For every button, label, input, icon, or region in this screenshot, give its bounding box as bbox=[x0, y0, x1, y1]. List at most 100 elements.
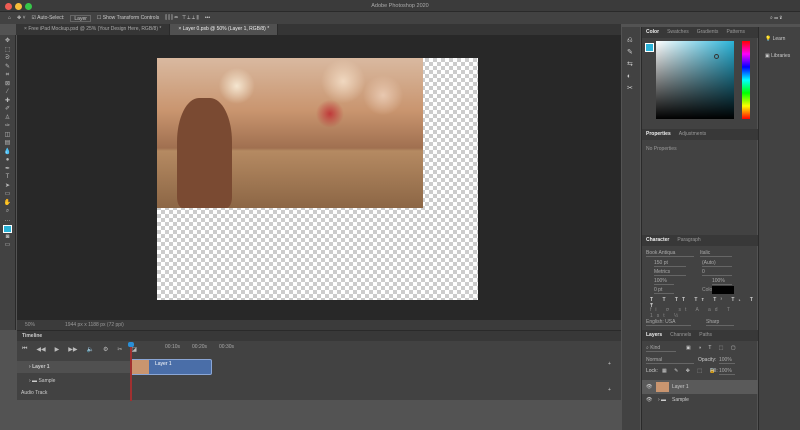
play-icon[interactable]: ▶ bbox=[55, 346, 60, 353]
foreground-color-swatch[interactable] bbox=[3, 225, 12, 233]
healing-tool-icon[interactable]: ✚ bbox=[3, 98, 12, 106]
visibility-eye-icon[interactable]: 👁 bbox=[646, 380, 652, 394]
vertical-scale-field[interactable]: 100% bbox=[654, 278, 674, 285]
libraries-button[interactable]: ▣ Libraries bbox=[765, 53, 790, 59]
add-media-icon[interactable]: + bbox=[608, 361, 611, 367]
show-transform-checkbox[interactable]: ☐ Show Transform Controls bbox=[97, 15, 159, 21]
time-ruler[interactable]: 00:10s 00:20s 00:30s bbox=[165, 344, 234, 350]
more-button[interactable]: ••• bbox=[205, 15, 210, 21]
align-icons[interactable]: ⫿ ⫿ ⫿ ▭ ⊤ ⊥ ⊥ ⫼ bbox=[165, 15, 199, 21]
audio-icon[interactable]: 🔈 bbox=[87, 346, 94, 353]
gradient-tool-icon[interactable]: ▤ bbox=[3, 140, 12, 148]
playhead[interactable] bbox=[128, 342, 134, 401]
tab-layer0[interactable]: × Layer 0.psb @ 50% (Layer 1, RGB/8) * bbox=[170, 24, 279, 35]
path-select-icon[interactable]: ➤ bbox=[3, 183, 12, 191]
tab-channels[interactable]: Channels bbox=[670, 330, 691, 341]
color-picker-field[interactable] bbox=[656, 41, 734, 119]
track-audio[interactable]: Audio Track bbox=[17, 387, 130, 399]
tab-ipad-mockup[interactable]: × Free iPad Mockup.psd @ 25% (Your Desig… bbox=[16, 24, 171, 35]
layer-row-sample[interactable]: 👁 › ▬ Sample bbox=[642, 394, 758, 406]
tools-presets-icon[interactable]: ✂ bbox=[627, 83, 633, 95]
type-tool-icon[interactable]: T bbox=[3, 174, 12, 182]
lasso-tool-icon[interactable]: ᘐ bbox=[3, 55, 12, 63]
canvas-area[interactable] bbox=[17, 35, 621, 320]
zoom-level[interactable]: 50% bbox=[25, 320, 35, 330]
screen-mode-icon[interactable]: ▭ bbox=[3, 242, 12, 250]
fill-field[interactable]: 100% bbox=[719, 368, 735, 375]
quick-select-tool-icon[interactable]: ✎ bbox=[3, 64, 12, 72]
antialias-select[interactable]: Sharp bbox=[706, 319, 734, 326]
leading-field[interactable]: (Auto) bbox=[702, 260, 732, 267]
transition-icon[interactable]: ◪ bbox=[131, 346, 137, 353]
filter-icons[interactable]: ▣ ◑ T ⬚ ▢ bbox=[686, 345, 739, 351]
settings-icon[interactable]: ⚙ bbox=[103, 346, 108, 353]
tab-gradients[interactable]: Gradients bbox=[697, 27, 719, 38]
color-picker-cursor[interactable] bbox=[714, 54, 719, 59]
zoom-tool-icon[interactable]: ⌕ bbox=[3, 208, 12, 216]
pen-tool-icon[interactable]: ✒ bbox=[3, 166, 12, 174]
font-style-select[interactable]: Italic bbox=[700, 250, 732, 257]
next-frame-icon[interactable]: ▶▶ bbox=[68, 346, 77, 353]
filter-label: Kind bbox=[650, 345, 661, 351]
eyedropper-tool-icon[interactable]: ⁄ bbox=[3, 89, 12, 97]
track-sample[interactable]: › ▬ Sample bbox=[17, 375, 130, 387]
language-select[interactable]: English: USA bbox=[646, 319, 691, 326]
document-canvas[interactable] bbox=[157, 58, 478, 300]
tab-patterns[interactable]: Patterns bbox=[726, 27, 745, 38]
split-icon[interactable]: ✂ bbox=[117, 346, 122, 353]
font-family-select[interactable]: Book Antiqua bbox=[646, 250, 694, 257]
hand-tool-icon[interactable]: ✋ bbox=[3, 200, 12, 208]
opacity-field[interactable]: 100% bbox=[719, 357, 735, 364]
track-layer1[interactable]: › Layer 1 bbox=[17, 361, 130, 373]
home-icon[interactable]: ⌂ bbox=[8, 15, 11, 21]
stamp-tool-icon[interactable]: ♙ bbox=[3, 115, 12, 123]
adjust-icon[interactable]: ⇆ bbox=[627, 59, 633, 71]
baseline-shift-field[interactable]: 0 pt bbox=[654, 287, 674, 294]
tab-paths[interactable]: Paths bbox=[699, 330, 712, 341]
eraser-tool-icon[interactable]: ◫ bbox=[3, 132, 12, 140]
tab-layers[interactable]: Layers bbox=[646, 330, 662, 341]
marquee-tool-icon[interactable]: ⬚ bbox=[3, 47, 12, 55]
video-clip[interactable]: Layer 1 bbox=[130, 359, 212, 375]
kerning-field[interactable]: Metrics bbox=[654, 269, 686, 276]
blend-mode-select[interactable]: Normal bbox=[646, 357, 694, 364]
tab-properties[interactable]: Properties bbox=[646, 129, 671, 140]
move-tool-icon[interactable]: ✥ ˅ bbox=[17, 15, 26, 21]
tab-color[interactable]: Color bbox=[646, 27, 659, 38]
layer-filter-select[interactable]: ⌕ Kind bbox=[646, 345, 676, 352]
more-tools-icon[interactable]: … bbox=[3, 217, 12, 225]
text-color-swatch[interactable] bbox=[712, 286, 734, 294]
styles-icon[interactable]: ◐ bbox=[627, 71, 633, 83]
tab-paragraph[interactable]: Paragraph bbox=[677, 235, 700, 246]
blur-tool-icon[interactable]: 💧 bbox=[3, 149, 12, 157]
move-tool-icon[interactable]: ✥ bbox=[3, 38, 12, 46]
dodge-tool-icon[interactable]: ● bbox=[3, 157, 12, 165]
layer-row-layer1[interactable]: 👁 Layer 1 bbox=[642, 380, 758, 394]
visibility-eye-icon[interactable]: 👁 bbox=[646, 394, 652, 406]
tab-character[interactable]: Character bbox=[646, 235, 669, 246]
auto-select-checkbox[interactable]: ☑ Auto-Select: bbox=[32, 15, 65, 21]
learn-button[interactable]: 💡 Learn bbox=[765, 36, 785, 42]
font-size-field[interactable]: 150 pt bbox=[654, 260, 686, 267]
tab-adjustments[interactable]: Adjustments bbox=[679, 129, 707, 140]
first-frame-icon[interactable]: ⏮ bbox=[22, 346, 27, 353]
crop-tool-icon[interactable]: ⌗ bbox=[3, 72, 12, 80]
brush-tool-icon[interactable]: ✐ bbox=[3, 106, 12, 114]
tracking-field[interactable]: 0 bbox=[702, 269, 732, 276]
frame-tool-icon[interactable]: ⊠ bbox=[3, 81, 12, 89]
history-brush-icon[interactable]: ✑ bbox=[3, 123, 12, 131]
history-icon[interactable]: ⎌ bbox=[627, 35, 633, 47]
prev-frame-icon[interactable]: ◀◀ bbox=[36, 346, 45, 353]
quick-mask-icon[interactable]: ◙ bbox=[3, 234, 12, 242]
tab-swatches[interactable]: Swatches bbox=[667, 27, 689, 38]
search-icon[interactable]: ⌕ ▭ ⇪ bbox=[770, 15, 782, 21]
hue-slider[interactable] bbox=[742, 41, 750, 119]
shape-tool-icon[interactable]: ▭ bbox=[3, 191, 12, 199]
add-audio-icon[interactable]: + bbox=[608, 387, 611, 393]
horizontal-scale-field[interactable]: 100% bbox=[712, 278, 732, 285]
document-info[interactable]: 1944 px x 1188 px (72 ppi) bbox=[65, 320, 124, 330]
foreground-swatch[interactable] bbox=[645, 43, 654, 52]
layer-select[interactable]: Layer bbox=[70, 14, 91, 22]
opentype-buttons[interactable]: fi ơ st A ad T 1st ½ bbox=[650, 307, 757, 319]
brush-settings-icon[interactable]: ✎ bbox=[627, 47, 633, 59]
